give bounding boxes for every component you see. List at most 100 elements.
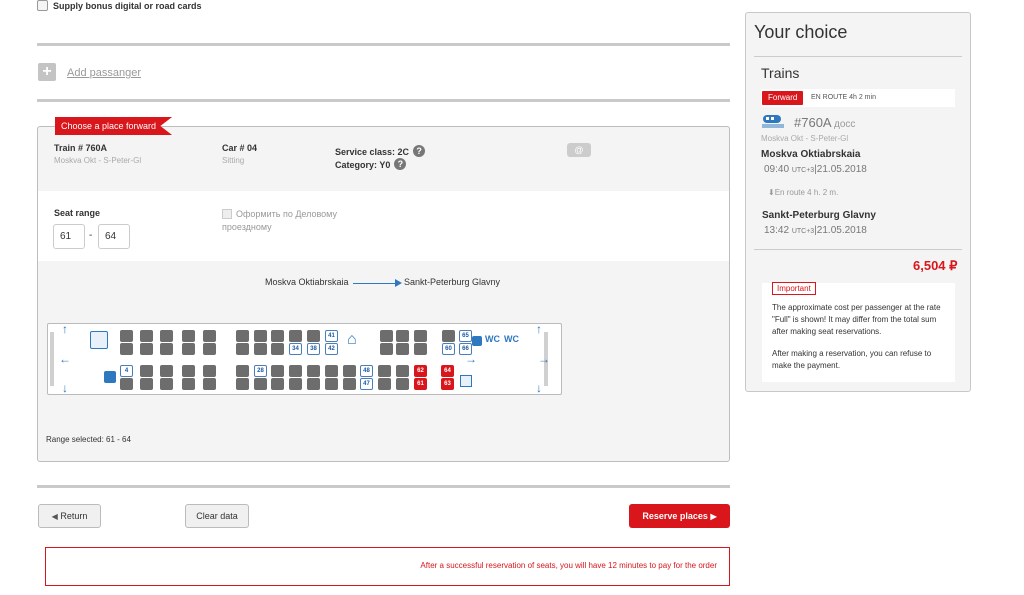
divider (37, 43, 730, 46)
occupied-seat (289, 365, 302, 377)
occupied-seat (203, 378, 216, 390)
occupied-seat (140, 343, 153, 355)
occupied-seat (182, 365, 195, 377)
occupied-seat (396, 365, 409, 377)
free-seat[interactable]: 41 (325, 330, 338, 342)
occupied-seat (343, 365, 356, 377)
important-text-1: The approximate cost per passenger at th… (772, 303, 941, 336)
car-type: Sitting (222, 156, 245, 165)
free-seat[interactable]: 28 (254, 365, 267, 377)
business-label-1: Оформить по Деловому (236, 209, 337, 219)
exit-up-arrow-icon: ↑ (62, 322, 68, 336)
direction-arrow-icon (395, 279, 402, 287)
departure-date: 21.05.2018 (816, 164, 867, 175)
business-checkbox[interactable] (222, 209, 232, 219)
occupied-seat (271, 365, 284, 377)
departure-time: 09:40 (764, 164, 790, 175)
luggage-icon (460, 375, 472, 387)
exit-down-arrow-icon: ↓ (62, 381, 68, 395)
reserve-label: Reserve places (642, 511, 708, 521)
occupied-seat (236, 330, 249, 342)
important-text-2: After making a reservation, you can refu… (772, 349, 932, 370)
divider (754, 56, 962, 57)
occupied-seat (203, 365, 216, 377)
business-label-2: проездному (222, 222, 272, 232)
occupied-seat (254, 378, 267, 390)
supply-bonus-label: Supply bonus digital or road cards (53, 1, 202, 11)
free-seat[interactable]: 60 (442, 343, 455, 355)
wc-label: WC (485, 334, 500, 344)
arrival-time: 13:42 (764, 225, 790, 236)
train-suffix: досс (834, 119, 856, 130)
occupied-seat (140, 330, 153, 342)
email-service-icon: @ (567, 143, 591, 157)
free-seat[interactable]: 38 (307, 343, 320, 355)
departure-station: Moskva Oktiabrskaia (761, 149, 861, 160)
range-selected-text: Range selected: 61 - 64 (46, 435, 131, 444)
supply-bonus-checkbox[interactable] (37, 0, 48, 11)
trains-heading: Trains (761, 65, 800, 81)
direction-ribbon: Choose a place forward (55, 117, 173, 135)
free-seat[interactable]: 42 (325, 343, 338, 355)
occupied-seat (307, 378, 320, 390)
free-seat[interactable]: 34 (289, 343, 302, 355)
add-passenger-link[interactable]: Add passanger (67, 67, 141, 79)
train-route: Moskva Okt - S-Peter-Gl (54, 156, 142, 165)
seat-range-dash: - (89, 230, 93, 241)
occupied-seat (120, 378, 133, 390)
payment-notice-text: After a successful reservation of seats,… (420, 561, 717, 570)
clear-data-button[interactable]: Clear data (185, 504, 249, 528)
free-seat[interactable]: 48 (360, 365, 373, 377)
seat-from-input[interactable]: 61 (53, 224, 85, 249)
selected-seat[interactable]: 61 (414, 378, 427, 390)
direction-arrow-line (353, 283, 397, 284)
occupied-seat (160, 330, 173, 342)
reserve-places-button[interactable]: Reserve places ▶ (629, 504, 730, 528)
category-row: Category: Y0? (335, 155, 407, 173)
exit-up-arrow-icon: ↑ (536, 322, 542, 336)
exit-right-arrow-icon: → (538, 352, 550, 366)
free-seat[interactable]: 47 (360, 378, 373, 390)
selected-seat[interactable]: 62 (414, 365, 427, 377)
occupied-seat (160, 343, 173, 355)
payment-notice: After a successful reservation of seats,… (45, 547, 730, 586)
to-station: Sankt-Peterburg Glavny (404, 277, 501, 287)
free-seat[interactable]: 65 (459, 330, 472, 342)
down-arrow-icon: ⬇ (768, 188, 775, 197)
free-seat[interactable]: 66 (459, 343, 472, 355)
arrival-time-row: 13:42 UTC+3|21.05.2018 (764, 225, 867, 236)
return-button[interactable]: ◀ Return (38, 504, 101, 528)
divider (754, 249, 962, 250)
help-icon[interactable]: ? (413, 144, 426, 157)
seat-range-band (38, 191, 729, 261)
occupied-seat (182, 330, 195, 342)
occupied-seat (325, 365, 338, 377)
selected-seat[interactable]: 64 (441, 365, 454, 377)
hanger-icon: ⌂ (347, 331, 357, 348)
add-passenger-icon[interactable]: + (38, 63, 56, 81)
occupied-seat (182, 343, 195, 355)
occupied-seat (254, 330, 267, 342)
from-station: Moskva Oktiabrskaia (265, 277, 349, 287)
occupied-seat (414, 330, 427, 342)
occupied-seat (378, 378, 391, 390)
seat-to-input[interactable]: 64 (98, 224, 130, 249)
occupied-seat (396, 343, 409, 355)
caret-left-icon: ◀ (51, 512, 58, 521)
divider (37, 99, 730, 102)
selected-seat[interactable]: 63 (441, 378, 454, 390)
price: 6,504 ₽ (913, 258, 958, 273)
seat-range-label: Seat range (54, 208, 101, 218)
train-icon (762, 114, 784, 128)
occupied-seat (271, 330, 284, 342)
departure-tz: UTC+3 (791, 167, 815, 174)
occupied-seat (289, 330, 302, 342)
arrival-tz: UTC+3 (791, 228, 815, 235)
exit-down-arrow-icon: ↓ (536, 381, 542, 395)
help-icon[interactable]: ? (394, 157, 407, 170)
occupied-seat (271, 343, 284, 355)
occupied-seat (160, 365, 173, 377)
free-seat[interactable]: 4 (120, 365, 133, 377)
occupied-seat (378, 365, 391, 377)
wc-label: WC (504, 334, 519, 344)
